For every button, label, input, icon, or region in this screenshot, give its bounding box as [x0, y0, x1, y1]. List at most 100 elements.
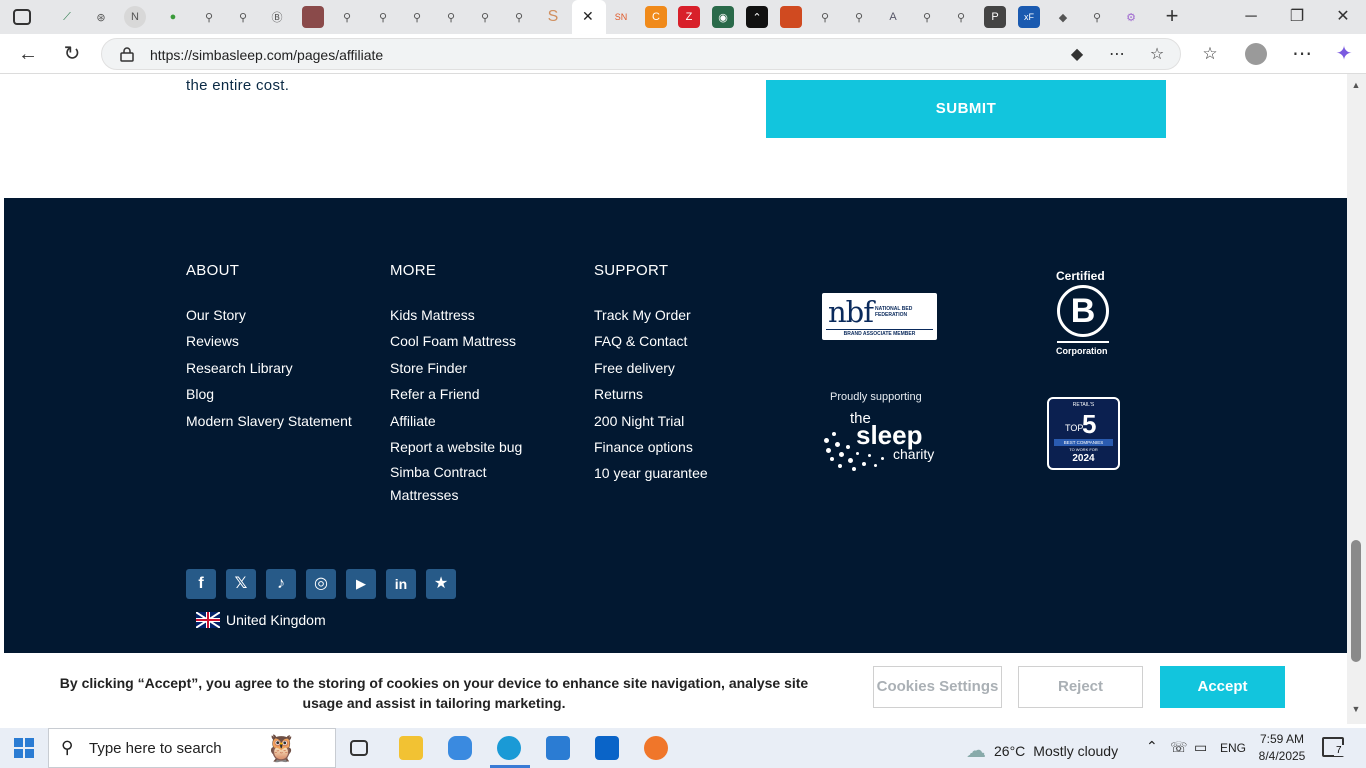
footer-link-blog[interactable]: Blog: [186, 385, 326, 403]
tab-favicon[interactable]: ⚲: [848, 6, 870, 28]
footer-link-finance[interactable]: Finance options: [594, 438, 708, 456]
close-tab-icon[interactable]: ✕: [582, 8, 594, 25]
battery-icon[interactable]: ▭: [1194, 739, 1207, 756]
linkedin-icon[interactable]: in: [386, 569, 416, 599]
tab-favicon[interactable]: ●: [162, 6, 184, 28]
tab-actions-icon[interactable]: [13, 9, 31, 25]
footer-link-modern-slavery[interactable]: Modern Slavery Statement: [186, 412, 352, 430]
footer-link-report-bug[interactable]: Report a website bug: [390, 438, 522, 456]
footer-link-contract-mattresses[interactable]: Simba Contract Mattresses: [390, 461, 520, 507]
country-selector[interactable]: United Kingdom: [196, 612, 326, 628]
x-twitter-icon[interactable]: 𝕏: [226, 569, 256, 599]
tab-favicon[interactable]: ⚲: [950, 6, 972, 28]
active-tab[interactable]: ✕: [572, 0, 606, 34]
facebook-icon[interactable]: f: [186, 569, 216, 599]
tab-favicon[interactable]: ⚲: [372, 6, 394, 28]
tab-favicon[interactable]: ⚲: [336, 6, 358, 28]
lock-icon[interactable]: [120, 46, 134, 62]
footer-link-free-delivery[interactable]: Free delivery: [594, 359, 708, 377]
footer-link-kids-mattress[interactable]: Kids Mattress: [390, 306, 522, 324]
windows-start-icon[interactable]: [14, 738, 34, 758]
tab-favicon[interactable]: P: [984, 6, 1006, 28]
language-indicator[interactable]: ENG: [1220, 741, 1246, 755]
tab-favicon[interactable]: ⚲: [814, 6, 836, 28]
tab-favicon[interactable]: Ⓑ: [266, 6, 288, 28]
tab-favicon[interactable]: xF: [1018, 6, 1040, 28]
tab-favicon[interactable]: ⚲: [232, 6, 254, 28]
tab-favicon[interactable]: A: [882, 6, 904, 28]
scroll-down-arrow[interactable]: ▼: [1351, 704, 1361, 714]
tab-favicon[interactable]: [780, 6, 802, 28]
favorite-star-icon[interactable]: ☆: [1146, 44, 1168, 66]
url-text[interactable]: https://simbasleep.com/pages/affiliate: [150, 47, 383, 63]
footer-link-cool-foam[interactable]: Cool Foam Mattress: [390, 332, 522, 350]
accept-cookies-button[interactable]: Accept: [1160, 666, 1285, 708]
copilot-app-icon[interactable]: [448, 736, 472, 760]
profile-avatar[interactable]: [1242, 40, 1270, 68]
submit-button[interactable]: SUBMIT: [766, 80, 1166, 138]
new-tab-button[interactable]: +: [1160, 4, 1184, 28]
shopping-tag-icon[interactable]: ◆: [1066, 44, 1088, 66]
footer-link-returns[interactable]: Returns: [594, 385, 708, 403]
footer-link-affiliate[interactable]: Affiliate: [390, 412, 522, 430]
system-clock[interactable]: 7:59 AM 8/4/2025: [1258, 731, 1306, 765]
minimize-button[interactable]: ─: [1228, 4, 1274, 30]
back-button[interactable]: ←: [14, 40, 42, 68]
tab-favicon[interactable]: ⚲: [440, 6, 462, 28]
tab-favicon[interactable]: ⚙: [1120, 6, 1142, 28]
notification-center-icon[interactable]: 7: [1322, 737, 1344, 757]
scroll-up-arrow[interactable]: ▲: [1351, 80, 1361, 90]
close-window-button[interactable]: ✕: [1320, 4, 1366, 30]
refresh-button[interactable]: ↻: [58, 40, 86, 68]
page-scrollbar[interactable]: ▲ ▼: [1347, 74, 1366, 724]
tab-favicon[interactable]: ⟋: [56, 6, 78, 28]
maximize-button[interactable]: ❐: [1274, 4, 1320, 30]
more-menu-icon[interactable]: ⋯: [1288, 40, 1316, 68]
tab-favicon[interactable]: SN: [610, 6, 632, 28]
copilot-icon[interactable]: ✦: [1330, 40, 1358, 68]
microsoft-store-icon[interactable]: [546, 736, 570, 760]
tab-favicon[interactable]: ⚲: [198, 6, 220, 28]
show-hidden-icons-chevron-icon[interactable]: ⌃: [1146, 738, 1158, 755]
footer-link-night-trial[interactable]: 200 Night Trial: [594, 412, 708, 430]
footer-link-guarantee[interactable]: 10 year guarantee: [594, 464, 708, 482]
tab-favicon[interactable]: N: [124, 6, 146, 28]
weather-widget[interactable]: ☁ 26°C Mostly cloudy: [966, 738, 1118, 763]
instagram-icon[interactable]: ◎: [306, 569, 336, 599]
tab-favicon[interactable]: ⌃: [746, 6, 768, 28]
footer-link-reviews[interactable]: Reviews: [186, 332, 326, 350]
address-bar[interactable]: https://simbasleep.com/pages/affiliate ◆…: [101, 38, 1181, 70]
cookies-settings-button[interactable]: Cookies Settings: [873, 666, 1002, 708]
footer-link-track-order[interactable]: Track My Order: [594, 306, 708, 324]
tab-favicon[interactable]: ◆: [1052, 6, 1074, 28]
tab-favicon[interactable]: Z: [678, 6, 700, 28]
outlook-icon[interactable]: [595, 736, 619, 760]
firefox-icon[interactable]: [644, 736, 668, 760]
trustpilot-star-icon[interactable]: ★: [426, 569, 456, 599]
footer-link-our-story[interactable]: Our Story: [186, 306, 326, 324]
task-view-icon[interactable]: [350, 740, 368, 756]
footer-link-research-library[interactable]: Research Library: [186, 359, 326, 377]
taskbar-search-box[interactable]: ⚲ Type here to search 🦉: [48, 728, 336, 768]
tab-favicon[interactable]: ⚲: [1086, 6, 1108, 28]
tab-favicon[interactable]: ⊛: [90, 6, 112, 28]
tab-favicon[interactable]: S: [542, 6, 564, 28]
footer-link-store-finder[interactable]: Store Finder: [390, 359, 522, 377]
file-explorer-icon[interactable]: [399, 736, 423, 760]
tab-favicon[interactable]: ⚲: [406, 6, 428, 28]
youtube-icon[interactable]: ▶: [346, 569, 376, 599]
favorites-icon[interactable]: ☆: [1196, 40, 1224, 68]
footer-link-refer-friend[interactable]: Refer a Friend: [390, 385, 522, 403]
tiktok-icon[interactable]: ♪: [266, 569, 296, 599]
tab-favicon[interactable]: C: [645, 6, 667, 28]
tab-favicon[interactable]: [302, 6, 324, 28]
scroll-thumb[interactable]: [1351, 540, 1361, 662]
read-aloud-icon[interactable]: ⋯: [1106, 44, 1128, 66]
edge-browser-icon[interactable]: [497, 736, 521, 760]
tab-favicon[interactable]: ⚲: [508, 6, 530, 28]
tab-favicon[interactable]: ⚲: [916, 6, 938, 28]
reject-cookies-button[interactable]: Reject: [1018, 666, 1143, 708]
footer-link-faq-contact[interactable]: FAQ & Contact: [594, 332, 708, 350]
tab-favicon[interactable]: ◉: [712, 6, 734, 28]
network-icon[interactable]: ☏: [1170, 739, 1188, 756]
